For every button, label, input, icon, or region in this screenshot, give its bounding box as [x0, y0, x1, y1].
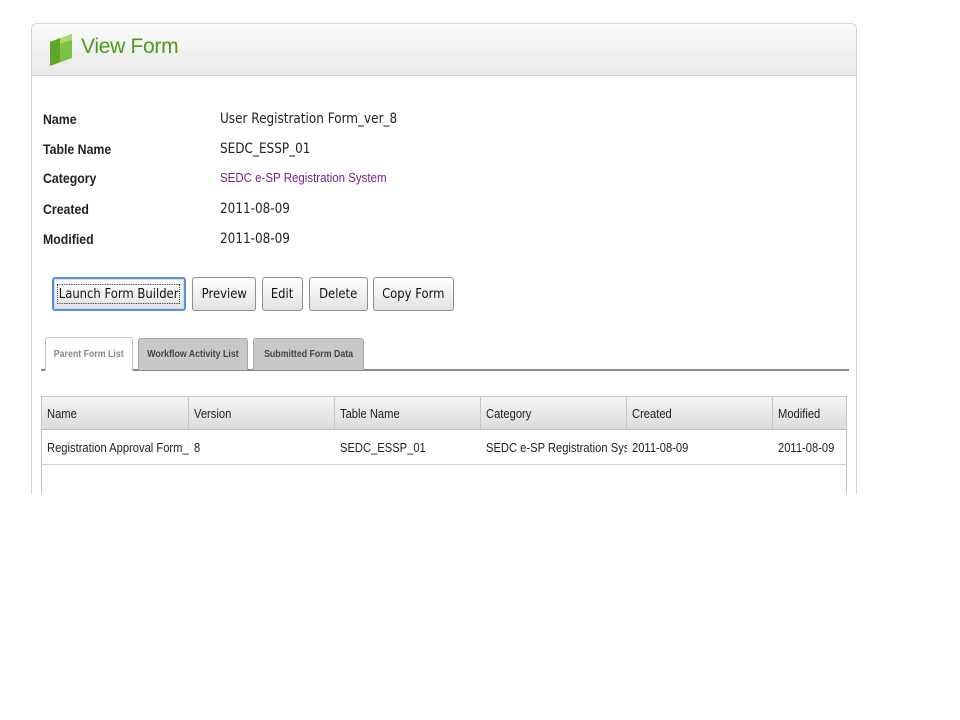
column-header-table-name[interactable]: Table Name — [335, 397, 481, 429]
panel-header: View Form — [32, 24, 856, 76]
tab-submitted-form-data[interactable]: Submitted Form Data — [253, 338, 364, 370]
category-label: Category — [43, 170, 97, 186]
table-row[interactable]: Registration Approval Form_v 8 SEDC_ESSP… — [42, 430, 846, 465]
tab-workflow-activity-list[interactable]: Workflow Activity List — [138, 338, 248, 370]
page-title: View Form — [81, 35, 179, 58]
cell-category: SEDC e-SP Registration Syst — [486, 439, 627, 455]
cell-created: 2011-08-09 — [632, 439, 689, 455]
modified-value: 2011-08-09 — [220, 231, 290, 247]
table-name-value: SEDC_ESSP_01 — [220, 141, 311, 157]
name-label: Name — [43, 111, 77, 127]
delete-button[interactable]: Delete — [309, 277, 368, 311]
cell-version: 8 — [194, 439, 201, 455]
name-value: User Registration Form_ver_8 — [220, 111, 398, 127]
column-header-version[interactable]: Version — [189, 397, 335, 429]
table-name-label: Table Name — [43, 141, 112, 157]
modified-label: Modified — [43, 231, 94, 247]
column-header-created[interactable]: Created — [627, 397, 773, 429]
column-header-category[interactable]: Category — [481, 397, 627, 429]
grid-header: Name Version Table Name Category Created… — [42, 397, 846, 430]
cell-modified: 2011-08-09 — [778, 439, 835, 455]
launch-form-builder-button[interactable]: Launch Form Builder — [52, 277, 186, 311]
copy-form-button[interactable]: Copy Form — [373, 277, 454, 311]
column-header-modified[interactable]: Modified — [773, 397, 848, 429]
category-link[interactable]: SEDC e-SP Registration System — [220, 171, 387, 185]
cell-table-name: SEDC_ESSP_01 — [340, 439, 426, 455]
tab-parent-form-list[interactable]: Parent Form List — [45, 337, 133, 371]
green-leaf-icon — [50, 34, 72, 66]
edit-button[interactable]: Edit — [262, 277, 303, 311]
column-header-name[interactable]: Name — [42, 397, 189, 429]
parent-form-grid: Name Version Table Name Category Created… — [41, 396, 847, 494]
cell-name: Registration Approval Form_v — [47, 439, 189, 455]
created-value: 2011-08-09 — [220, 201, 290, 217]
created-label: Created — [43, 201, 89, 217]
preview-button[interactable]: Preview — [192, 277, 256, 311]
view-form-panel: View Form Name User Registration Form_ve… — [31, 23, 857, 494]
